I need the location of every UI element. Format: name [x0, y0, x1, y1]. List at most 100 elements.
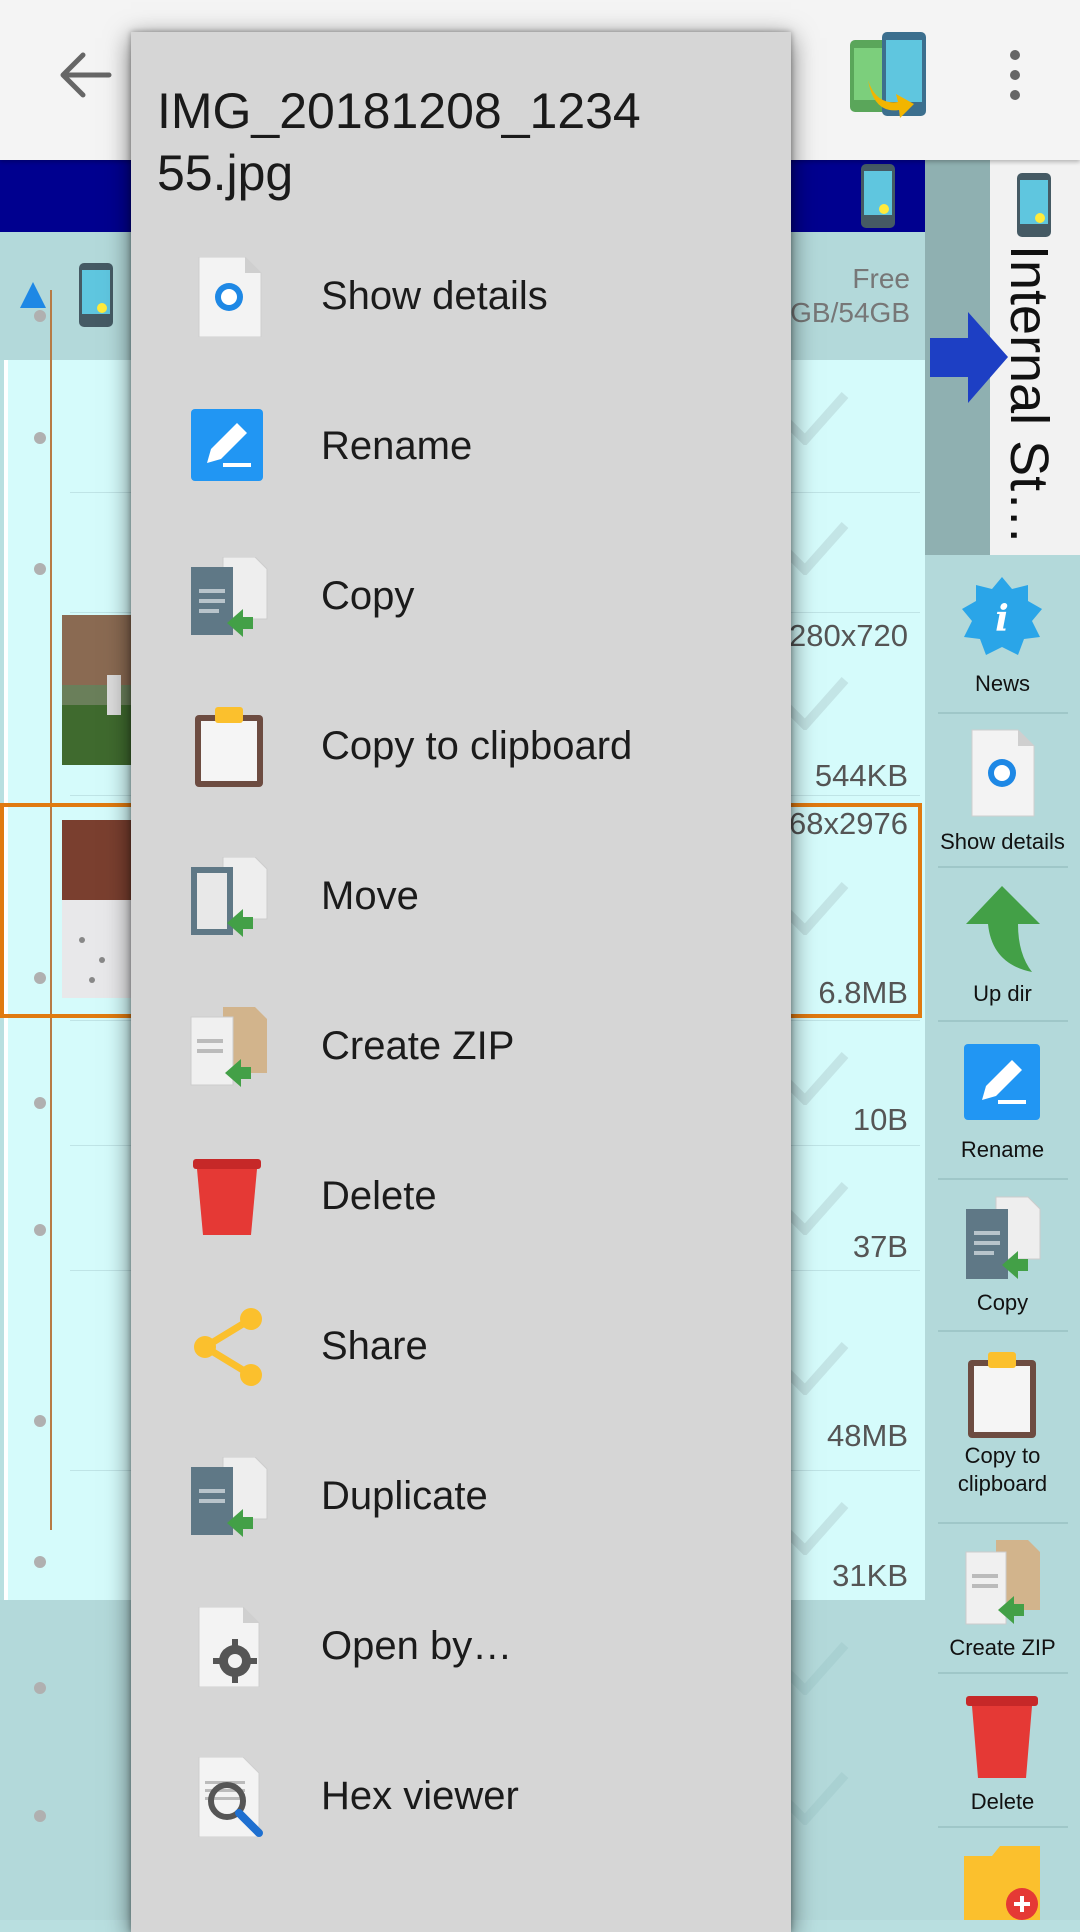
- tree-dot: [34, 1224, 46, 1236]
- side-button-label: Copy: [976, 1290, 1029, 1315]
- volume-free-text: Free GB/54GB: [790, 262, 910, 330]
- side-button-label: Up dir: [973, 981, 1032, 1006]
- divider: [938, 1178, 1068, 1180]
- tree-dot: [34, 1415, 46, 1427]
- phone-icon: [1017, 173, 1051, 237]
- duplicate-icon: [191, 1457, 268, 1537]
- tree-dot: [34, 1556, 46, 1568]
- copy-icon: [191, 557, 268, 637]
- side-button-label: Show details: [940, 829, 1065, 854]
- news-info-icon: i: [962, 577, 1042, 655]
- menu-item-label: Show details: [321, 274, 548, 318]
- copy-icon: [966, 1196, 1041, 1279]
- zip-icon: [190, 1007, 267, 1087]
- rename-icon: [191, 409, 263, 481]
- menu-item-open-by[interactable]: Open by…: [131, 1572, 791, 1722]
- divider: [938, 1330, 1068, 1332]
- device-transfer-icon[interactable]: [848, 30, 928, 125]
- details-icon: [198, 257, 262, 337]
- side-button-copy[interactable]: Copy: [925, 1195, 1080, 1325]
- side-button-show-details[interactable]: Show details: [925, 728, 1080, 858]
- menu-item-share[interactable]: Share: [131, 1272, 791, 1422]
- menu-item-label: Open by…: [321, 1624, 513, 1668]
- divider: [938, 1826, 1068, 1828]
- menu-title-line2: 55.jpg: [157, 145, 294, 201]
- menu-item-label: Share: [321, 1324, 428, 1368]
- menu-item-label: Copy: [321, 574, 415, 618]
- menu-title-line1: IMG_20181208_1234: [157, 83, 641, 139]
- clipboard-icon: [195, 707, 263, 787]
- up-arrow-icon: [966, 886, 1040, 972]
- tree-expand-icon[interactable]: [18, 280, 48, 310]
- side-button-rename[interactable]: Rename: [925, 1042, 1080, 1172]
- side-button-label: Create ZIP: [949, 1635, 1056, 1660]
- phone-icon: [861, 164, 895, 228]
- file-size: 31KB: [832, 1558, 908, 1593]
- side-button-label-line2: clipboard: [957, 1471, 1048, 1496]
- divider: [938, 1020, 1068, 1022]
- file-resolution: 68x2976: [789, 806, 908, 841]
- menu-item-copy-to-clipboard[interactable]: Copy to clipboard: [131, 672, 791, 822]
- menu-item-label: Hex viewer: [321, 1774, 519, 1818]
- divider: [938, 866, 1068, 868]
- side-button-label: Delete: [970, 1789, 1035, 1814]
- more-vert-icon[interactable]: [995, 45, 1035, 105]
- free-value: GB/54GB: [790, 297, 910, 328]
- menu-item-label: Copy to clipboard: [321, 724, 633, 768]
- side-button-delete[interactable]: Delete: [925, 1690, 1080, 1820]
- phone-icon: [79, 263, 113, 327]
- file-size: 37B: [852, 1229, 908, 1264]
- hex-viewer-icon: [198, 1757, 263, 1837]
- trash-icon: [966, 1696, 1038, 1778]
- side-button-label: News: [974, 671, 1030, 696]
- menu-item-create-zip[interactable]: Create ZIP: [131, 972, 791, 1122]
- free-label: Free: [852, 263, 910, 294]
- arrow-right-icon[interactable]: [928, 310, 1010, 405]
- file-size: 10B: [852, 1102, 908, 1137]
- new-folder-icon: [964, 1846, 1040, 1920]
- open-with-gear-icon: [198, 1607, 260, 1687]
- tree-dot: [34, 1682, 46, 1694]
- file-resolution: 280x720: [789, 618, 908, 653]
- menu-item-label: Create ZIP: [321, 1024, 515, 1068]
- details-icon: [971, 729, 1035, 817]
- arrow-left-icon[interactable]: [55, 45, 115, 105]
- divider: [938, 712, 1068, 714]
- file-size: 544KB: [814, 758, 908, 793]
- menu-item-label: Rename: [321, 424, 473, 468]
- menu-item-copy[interactable]: Copy: [131, 522, 791, 672]
- move-icon: [191, 857, 268, 937]
- side-button-news[interactable]: i News: [925, 575, 1080, 705]
- side-button-new-folder[interactable]: [925, 1842, 1080, 1920]
- side-button-label: Rename: [960, 1137, 1045, 1162]
- side-button-create-zip[interactable]: Create ZIP: [925, 1538, 1080, 1668]
- tree-dot: [34, 310, 46, 322]
- file-size: 6.8MB: [818, 975, 908, 1010]
- menu-item-delete[interactable]: Delete: [131, 1122, 791, 1272]
- tree-dot: [34, 1097, 46, 1109]
- menu-title: IMG_20181208_1234 55.jpg: [157, 80, 757, 204]
- menu-item-rename[interactable]: Rename: [131, 372, 791, 522]
- tree-dot: [34, 563, 46, 575]
- menu-item-label: Move: [321, 874, 419, 918]
- menu-item-move[interactable]: Move: [131, 822, 791, 972]
- menu-item-hex-viewer[interactable]: Hex viewer: [131, 1722, 791, 1872]
- side-button-copy-to-clipboard[interactable]: Copy to clipboard: [925, 1350, 1080, 1510]
- menu-item-duplicate[interactable]: Duplicate: [131, 1422, 791, 1572]
- trash-icon: [193, 1159, 261, 1235]
- file-size: 48MB: [827, 1418, 908, 1453]
- rename-icon: [964, 1044, 1040, 1120]
- divider: [938, 1672, 1068, 1674]
- image-thumbnail: [62, 615, 132, 765]
- side-button-up-dir[interactable]: Up dir: [925, 884, 1080, 1014]
- tree-dot: [34, 1810, 46, 1822]
- clipboard-icon: [968, 1352, 1036, 1438]
- tree-dot: [34, 432, 46, 444]
- share-icon: [194, 1308, 262, 1386]
- menu-item-show-details[interactable]: Show details: [131, 222, 791, 372]
- svg-text:i: i: [995, 598, 1009, 640]
- context-menu: IMG_20181208_1234 55.jpg Show details Re…: [131, 32, 791, 1932]
- divider: [938, 1522, 1068, 1524]
- side-button-label-line1: Copy to: [964, 1443, 1041, 1468]
- menu-item-label: Delete: [321, 1174, 437, 1218]
